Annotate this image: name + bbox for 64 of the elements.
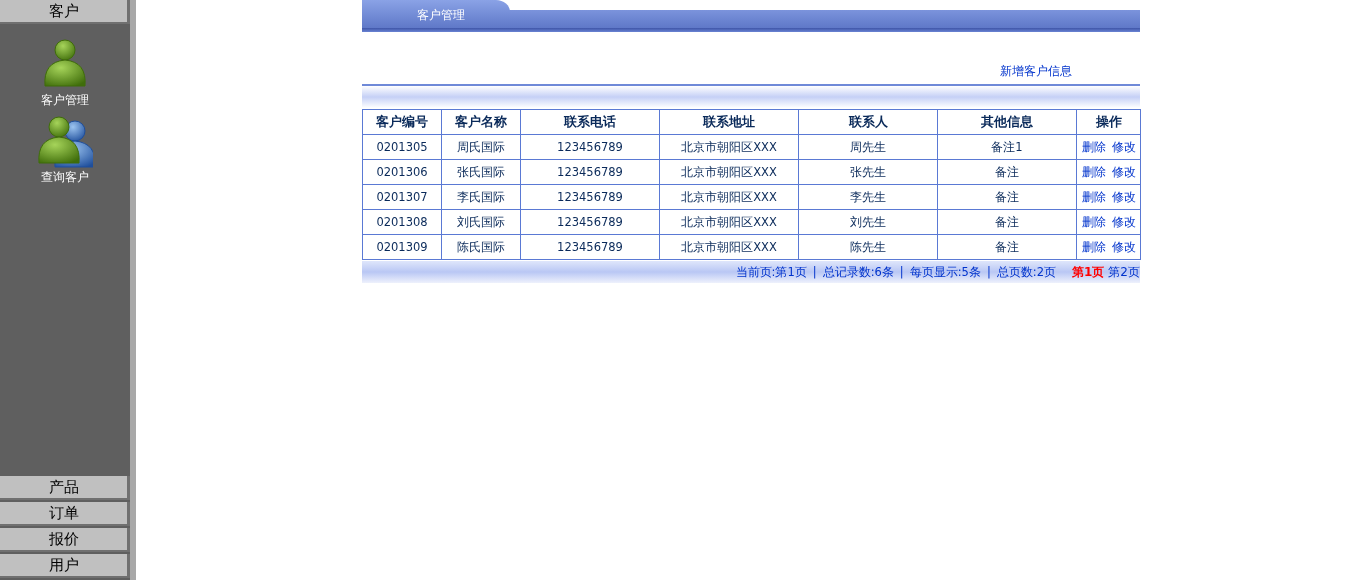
- table-cell: 陈先生: [798, 234, 938, 260]
- table-cell: 北京市朝阳区XXX: [659, 184, 799, 210]
- table-cell: 123456789: [520, 134, 660, 160]
- table-cell: 北京市朝阳区XXX: [659, 209, 799, 235]
- table-cell: 123456789: [520, 184, 660, 210]
- edit-link[interactable]: 修改: [1111, 139, 1136, 154]
- pager-info: 总记录数:6条: [822, 264, 894, 280]
- delete-link[interactable]: 删除: [1081, 239, 1106, 254]
- table-cell: 北京市朝阳区XXX: [659, 159, 799, 185]
- sidebar-section-button[interactable]: 产品: [0, 476, 130, 500]
- table-cell: 备注: [937, 209, 1077, 235]
- sidebar-section-button[interactable]: 订单: [0, 502, 130, 526]
- pager-info: 总页数:2页: [996, 264, 1056, 280]
- table-cell: 备注: [937, 184, 1077, 210]
- delete-link[interactable]: 删除: [1081, 214, 1106, 229]
- separator: |: [812, 265, 817, 279]
- table-cell: 北京市朝阳区XXX: [659, 134, 799, 160]
- delete-link[interactable]: 删除: [1081, 189, 1106, 204]
- table-cell: 123456789: [520, 159, 660, 185]
- add-customer-link[interactable]: 新增客户信息: [1000, 63, 1072, 80]
- column-header: 联系人: [798, 109, 938, 135]
- column-header: 联系电话: [520, 109, 660, 135]
- table-cell: 123456789: [520, 209, 660, 235]
- column-header: 联系地址: [659, 109, 799, 135]
- table-cell: 周先生: [798, 134, 938, 160]
- table-cell: 0201307: [362, 184, 442, 210]
- table-cell: 周氏国际: [441, 134, 521, 160]
- table-cell: 123456789: [520, 234, 660, 260]
- column-header: 客户名称: [441, 109, 521, 135]
- pager-info: 当前页:第1页: [735, 264, 807, 280]
- column-header: 其他信息: [937, 109, 1077, 135]
- table-cell: 备注: [937, 234, 1077, 260]
- sidebar-section-button[interactable]: 报价: [0, 528, 130, 552]
- edit-link[interactable]: 修改: [1111, 214, 1136, 229]
- separator: |: [899, 265, 904, 279]
- sidebar-item[interactable]: 查询客户: [41, 169, 89, 186]
- column-header: 客户编号: [362, 109, 442, 135]
- table-cell: 张氏国际: [441, 159, 521, 185]
- edit-link[interactable]: 修改: [1111, 189, 1136, 204]
- pager-info: 每页显示:5条: [909, 264, 981, 280]
- table-cell: 0201305: [362, 134, 442, 160]
- delete-link[interactable]: 删除: [1081, 164, 1106, 179]
- table-cell: 刘先生: [798, 209, 938, 235]
- column-header: 操作: [1076, 109, 1141, 135]
- edit-link[interactable]: 修改: [1111, 164, 1136, 179]
- sidebar-item[interactable]: 客户管理: [41, 92, 89, 109]
- separator: |: [986, 265, 991, 279]
- table-cell: 刘氏国际: [441, 209, 521, 235]
- sidebar-section-button[interactable]: 客户: [0, 0, 130, 24]
- edit-link[interactable]: 修改: [1111, 239, 1136, 254]
- sidebar-section-button[interactable]: 用户: [0, 554, 130, 578]
- table-cell: 李先生: [798, 184, 938, 210]
- table-cell: 0201309: [362, 234, 442, 260]
- table-cell: 陈氏国际: [441, 234, 521, 260]
- table-cell: 张先生: [798, 159, 938, 185]
- table-cell: 备注1: [937, 134, 1077, 160]
- table-cell: 0201306: [362, 159, 442, 185]
- table-cell: 李氏国际: [441, 184, 521, 210]
- page-link[interactable]: 第2页: [1108, 263, 1140, 281]
- delete-link[interactable]: 删除: [1081, 139, 1106, 154]
- table-cell: 0201308: [362, 209, 442, 235]
- table-cell: 备注: [937, 159, 1077, 185]
- people-icon: [37, 115, 93, 169]
- table-cell: 北京市朝阳区XXX: [659, 234, 799, 260]
